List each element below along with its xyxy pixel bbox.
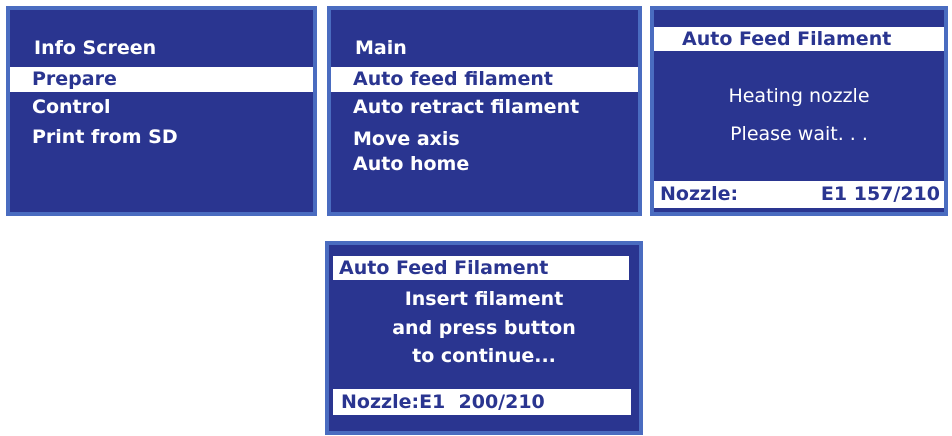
insert-status-bar: Nozzle:E1 200/210 bbox=[333, 389, 631, 415]
heating-status-bar: Nozzle: E1 157/210 bbox=[654, 181, 944, 208]
menu-item-auto-feed-filament[interactable]: Auto feed filament bbox=[331, 67, 638, 92]
info-screen-title: Info Screen bbox=[34, 37, 157, 59]
nozzle-status-value: E1 157/210 bbox=[820, 183, 940, 205]
menu-item-prepare[interactable]: Prepare bbox=[10, 67, 313, 92]
info-screen-panel: Info Screen Prepare Control Print from S… bbox=[6, 6, 317, 216]
menu-item-auto-home[interactable]: Auto home bbox=[331, 151, 638, 177]
menu-item-print-from-sd[interactable]: Print from SD bbox=[10, 124, 313, 150]
nozzle-status-label: Nozzle: bbox=[660, 183, 739, 205]
heating-screen-title: Auto Feed Filament bbox=[654, 27, 944, 51]
insert-message-line2: and press button bbox=[392, 317, 576, 339]
heating-message-line1: Heating nozzle bbox=[728, 85, 870, 107]
heating-message-line2: Please wait. . . bbox=[730, 123, 868, 145]
insert-message-line1: Insert filament bbox=[404, 288, 564, 310]
main-menu-title: Main bbox=[355, 37, 407, 59]
insert-message-line3: to continue... bbox=[412, 345, 556, 367]
heating-screen-panel: Auto Feed Filament Heating nozzle Please… bbox=[650, 6, 948, 216]
insert-screen-title: Auto Feed Filament bbox=[333, 256, 629, 280]
insert-filament-panel: Auto Feed Filament Insert filament and p… bbox=[325, 241, 643, 435]
main-menu-panel: Main Auto feed filament Auto retract fil… bbox=[327, 6, 642, 216]
menu-item-control[interactable]: Control bbox=[10, 94, 313, 120]
menu-item-auto-retract-filament[interactable]: Auto retract filament bbox=[331, 94, 638, 120]
menu-item-move-axis[interactable]: Move axis bbox=[331, 126, 638, 152]
